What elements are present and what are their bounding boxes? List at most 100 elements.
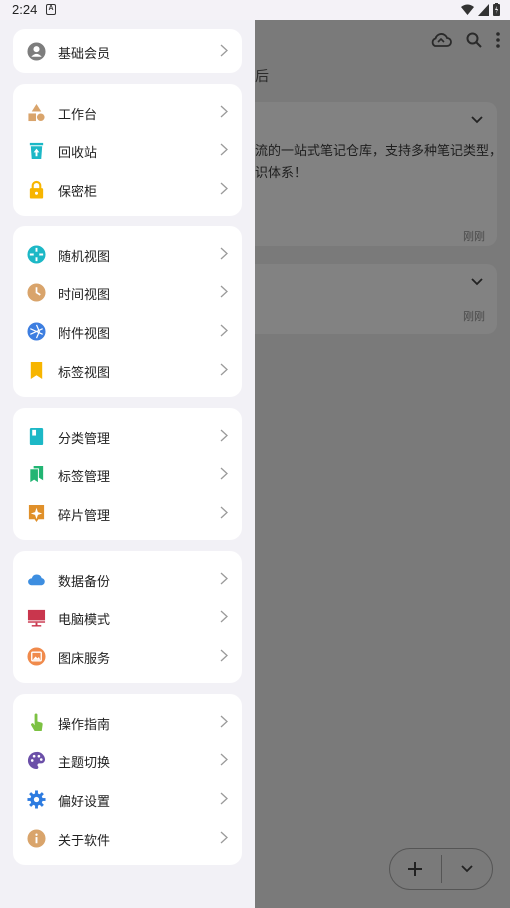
gear-icon [27,790,46,809]
battery-icon [493,3,500,16]
add-button[interactable] [390,849,441,889]
chevron-down-icon[interactable] [471,116,483,124]
drawer-item-data-backup[interactable]: 数据备份 [13,560,242,598]
drawer-item-label: 标签管理 [58,469,111,484]
note-text-line: 流的一站式笔记仓库，支持多种笔记类型， [255,143,503,158]
note-time: 刚刚 [463,311,485,323]
drawer-item-time-view[interactable]: 时间视图 [13,273,242,311]
drawer-item-label: 关于软件 [58,833,111,848]
random-icon [27,245,46,264]
drawer-item-label: 图床服务 [58,651,111,666]
note-card[interactable]: 刚刚 [245,264,497,334]
signal-icon [478,3,489,16]
drawer-group-services: 数据备份 电脑模式 图床服务 [13,551,242,683]
chevron-right-icon [220,324,228,337]
chevron-right-icon [220,572,228,585]
status-bar: 2:24 A [0,0,510,20]
chevron-right-icon [220,753,228,766]
note-text-line: 识体系！ [255,165,308,180]
chevron-right-icon [220,44,228,57]
drawer-item-label: 基础会员 [58,46,111,61]
chevron-right-icon [220,610,228,623]
drawer-item-label: 附件视图 [58,326,111,341]
desktop-icon [27,609,46,627]
chevron-right-icon [220,105,228,118]
drawer-item-recycle-bin[interactable]: 回收站 [13,131,242,169]
chevron-down-icon [461,865,473,873]
drawer-item-label: 随机视图 [58,249,111,264]
drawer-group-general: 工作台 回收站 保密柜 [13,84,242,216]
drawer-item-tag-view[interactable]: 标签视图 [13,351,242,389]
drawer-item-member[interactable]: 基础会员 [13,32,242,70]
plus-icon [408,862,423,876]
drawer-item-label: 标签视图 [58,365,111,380]
note-card[interactable]: 流的一站式笔记仓库，支持多种笔记类型， 识体系！ 刚刚 [245,102,502,246]
drawer-item-label: 偏好设置 [58,794,111,809]
chevron-right-icon [220,715,228,728]
chevron-right-icon [220,467,228,480]
palette-icon [27,751,46,770]
chevron-right-icon [220,363,228,376]
drawer-item-label: 操作指南 [58,717,111,732]
search-icon[interactable] [466,32,482,48]
drawer-item-about[interactable]: 关于软件 [13,819,242,857]
touch-icon [31,713,43,732]
chevron-down-icon[interactable] [471,278,483,286]
drawer-item-label: 回收站 [58,145,98,160]
header-partial-text: 后 [255,68,269,84]
drawer-item-label: 碎片管理 [58,508,111,523]
trash-icon [29,142,44,160]
drawer-item-desktop-mode[interactable]: 电脑模式 [13,598,242,636]
status-time: 2:24 [12,2,38,17]
chevron-right-icon [220,285,228,298]
drawer-item-tag-management[interactable]: 标签管理 [13,455,242,493]
cloud-sync-icon[interactable] [430,32,452,48]
drawer-group-views: 随机视图 时间视图 附件视图 标签视图 [13,226,242,397]
drawer-item-category-management[interactable]: 分类管理 [13,417,242,455]
fragment-icon [28,504,45,523]
shapes-icon [28,103,45,122]
navigation-drawer: 基础会员 工作台 回收站 保密柜 随机视图 时间视图 附件视图 标签视图 分类管… [0,20,255,908]
drawer-item-fragment-management[interactable]: 碎片管理 [13,494,242,532]
drawer-item-preferences[interactable]: 偏好设置 [13,780,242,818]
main-content-scrim[interactable]: 后 流的一站式笔记仓库，支持多种笔记类型， 识体系！ 刚刚 刚刚 [245,20,510,908]
drawer-group-settings: 操作指南 主题切换 偏好设置 关于软件 [13,694,242,865]
drawer-item-guide[interactable]: 操作指南 [13,703,242,741]
account-circle-icon [27,42,46,61]
add-options-button[interactable] [442,849,493,889]
notification-icon: A [46,4,56,15]
chevron-right-icon [220,831,228,844]
drawer-item-label: 工作台 [58,107,98,122]
drawer-item-image-hosting[interactable]: 图床服务 [13,637,242,675]
drawer-item-random-view[interactable]: 随机视图 [13,235,242,273]
clock-icon [27,283,46,302]
drawer-item-label: 数据备份 [58,574,111,589]
chevron-right-icon [220,182,228,195]
drawer-item-safe[interactable]: 保密柜 [13,170,242,208]
cloud-icon [28,574,45,586]
system-icons [461,3,500,16]
bookmark-icon [30,361,43,380]
drawer-item-label: 分类管理 [58,431,111,446]
lock-icon [29,180,44,199]
chevron-right-icon [220,792,228,805]
drawer-item-label: 电脑模式 [58,612,111,627]
category-icon [29,427,44,446]
toolbar-actions [430,32,500,48]
more-vert-icon[interactable] [496,32,500,48]
add-note-fab[interactable] [389,848,493,890]
chevron-right-icon [220,247,228,260]
image-icon [27,647,46,666]
info-icon [27,829,46,848]
drawer-item-attachment-view[interactable]: 附件视图 [13,312,242,350]
drawer-group-management: 分类管理 标签管理 碎片管理 [13,408,242,540]
note-time: 刚刚 [463,231,485,243]
chevron-right-icon [220,649,228,662]
drawer-item-label: 保密柜 [58,184,98,199]
drawer-item-theme-switch[interactable]: 主题切换 [13,741,242,779]
member-card: 基础会员 [13,29,242,73]
drawer-item-workbench[interactable]: 工作台 [13,93,242,131]
bookmarks-icon [29,465,44,484]
wifi-icon [461,4,474,15]
drawer-item-label: 主题切换 [58,755,111,770]
